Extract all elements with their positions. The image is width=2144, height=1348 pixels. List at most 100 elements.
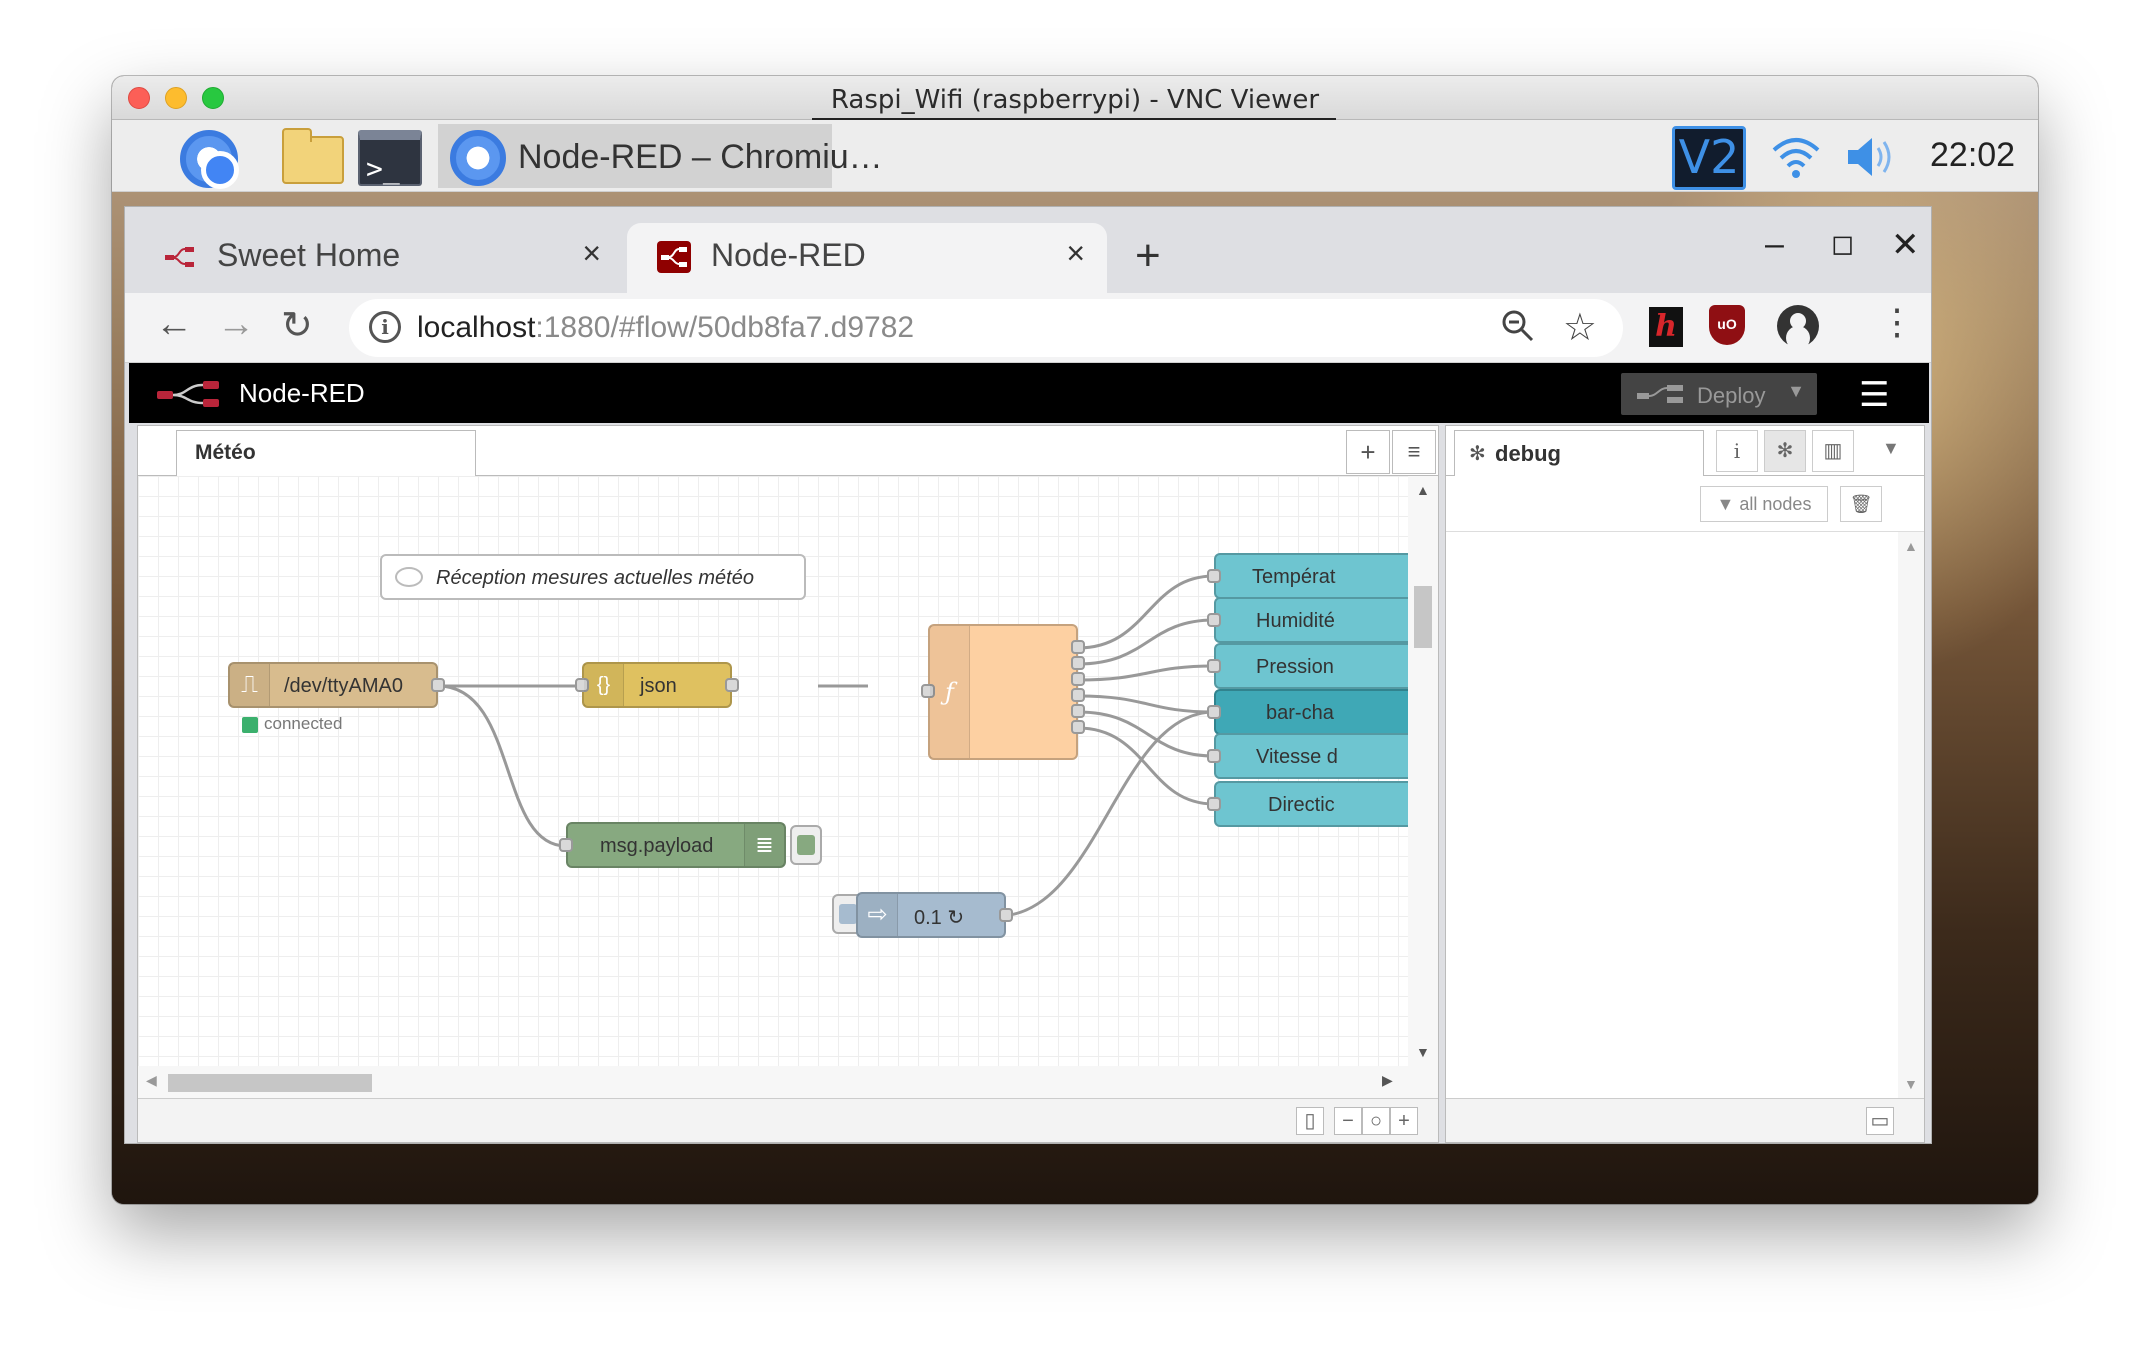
caret-down-icon[interactable]: ▼	[1882, 438, 1900, 459]
hamburger-menu-icon[interactable]: ☰	[1859, 375, 1889, 415]
open-window-icon[interactable]: ▭	[1866, 1107, 1894, 1135]
file-manager-icon[interactable]	[282, 128, 344, 184]
vnc-icon[interactable]: V2	[1672, 126, 1746, 190]
url-text: localhost:1880/#flow/50db8fa7.d9782	[417, 311, 914, 345]
window-title: Raspi_Wifi (raspberrypi) - VNC Viewer	[830, 85, 1320, 115]
output-port[interactable]	[1071, 672, 1085, 686]
tab-sweet-home[interactable]: Sweet Home ×	[133, 223, 623, 293]
profile-icon[interactable]	[1777, 305, 1819, 347]
output-node-wind-speed[interactable]: Vitesse d	[1207, 733, 1408, 779]
dashboard-chart-icon[interactable]: ▥	[1812, 430, 1854, 472]
scroll-thumb[interactable]	[168, 1074, 372, 1092]
comment-node[interactable]: Réception mesures actuelles météo	[380, 554, 806, 600]
scroll-down-icon[interactable]: ▼	[1904, 1076, 1918, 1092]
sidebar-footer: ▭	[1446, 1098, 1924, 1142]
scroll-thumb[interactable]	[1414, 586, 1432, 648]
zoom-out-icon[interactable]	[1501, 309, 1535, 343]
output-port[interactable]	[1071, 704, 1085, 718]
output-node-humidity[interactable]: Humidité	[1207, 597, 1408, 643]
add-flow-icon[interactable]: +	[1346, 430, 1390, 474]
scroll-up-icon[interactable]: ▲	[1904, 538, 1918, 554]
output-node-pressure[interactable]: Pression	[1207, 643, 1408, 689]
info-icon[interactable]: i	[369, 311, 401, 343]
debug-bug-icon[interactable]: ✻	[1764, 430, 1806, 472]
output-port[interactable]	[1071, 656, 1085, 670]
workspace-tabs: Météo + ≡	[138, 426, 1438, 477]
close-tab-icon[interactable]: ×	[1066, 235, 1085, 272]
node-red-favicon	[165, 247, 194, 267]
serial-in-node[interactable]: ⎍ /dev/ttyAMA0	[228, 662, 445, 708]
navigator-icon[interactable]: ▯	[1296, 1107, 1324, 1135]
scroll-down-icon[interactable]: ▼	[1416, 1044, 1430, 1060]
inject-node[interactable]: ⇨ 0.1 ↻	[856, 892, 1013, 938]
browser-menu-icon[interactable]: ⋮	[1879, 301, 1915, 343]
output-node-label: Vitesse d	[1256, 746, 1338, 768]
output-node-bar-chart[interactable]: bar-cha	[1207, 689, 1408, 735]
sidebar-tab-debug[interactable]: ✻ debug	[1454, 430, 1704, 477]
function-node[interactable]: ƒ	[921, 624, 1085, 760]
canvas-vertical-scrollbar[interactable]: ▲ ▼	[1408, 476, 1438, 1066]
wifi-icon[interactable]	[1768, 130, 1824, 184]
flow-workspace: Météo + ≡ Réception mesures actuelles mé…	[137, 425, 1439, 1143]
debug-filter-bar: ▼ all nodes 🗑	[1446, 476, 1924, 532]
workspace-footer: ▯ − ○ +	[138, 1098, 1438, 1142]
bookmark-star-icon[interactable]: ☆	[1563, 305, 1597, 350]
inject-node-label: 0.1 ↻	[914, 907, 965, 929]
bug-icon: ✻	[1469, 443, 1486, 465]
debug-scrollbar[interactable]: ▲ ▼	[1898, 532, 1924, 1098]
output-node-label: Températ	[1252, 566, 1336, 588]
back-icon[interactable]: ←	[155, 303, 193, 346]
clear-debug-icon[interactable]: 🗑	[1840, 486, 1882, 522]
zoom-out-icon[interactable]: −	[1334, 1107, 1362, 1135]
output-port[interactable]	[725, 678, 739, 692]
debug-toggle-button[interactable]	[790, 825, 822, 865]
terminal-icon[interactable]: >_	[358, 130, 422, 186]
input-port[interactable]	[1207, 749, 1221, 763]
filter-all-nodes-button[interactable]: ▼ all nodes	[1700, 486, 1828, 522]
scroll-left-icon[interactable]: ◀	[146, 1072, 157, 1089]
extension-h-icon[interactable]: h	[1649, 307, 1683, 347]
input-port[interactable]	[1207, 797, 1221, 811]
deploy-button[interactable]: Deploy ▼	[1621, 373, 1817, 415]
new-tab-button[interactable]: +	[1135, 231, 1161, 281]
close-icon[interactable]: ✕	[1891, 225, 1920, 265]
ublock-icon[interactable]: uO	[1709, 305, 1745, 345]
debug-node[interactable]: msg.payload ≣	[559, 822, 786, 868]
address-bar[interactable]: i localhost:1880/#flow/50db8fa7.d9782 ☆	[349, 299, 1623, 357]
input-port[interactable]	[1207, 705, 1221, 719]
volume-icon[interactable]	[1842, 130, 1898, 184]
flow-canvas[interactable]: Réception mesures actuelles météo ⎍ /dev…	[138, 476, 1408, 1066]
input-port[interactable]	[559, 838, 573, 852]
input-port[interactable]	[1207, 569, 1221, 583]
tab-node-red[interactable]: Node-RED ×	[627, 223, 1107, 293]
output-port[interactable]	[999, 908, 1013, 922]
chromium-task-icon	[450, 130, 510, 186]
info-icon[interactable]: i	[1716, 430, 1758, 472]
zoom-in-icon[interactable]: +	[1390, 1107, 1418, 1135]
flow-tab-meteo[interactable]: Météo	[176, 430, 476, 477]
list-flows-icon[interactable]: ≡	[1392, 430, 1436, 474]
output-port[interactable]	[1071, 640, 1085, 654]
output-node-direction[interactable]: Directic	[1207, 781, 1408, 827]
zoom-reset-icon[interactable]: ○	[1362, 1107, 1390, 1135]
input-port[interactable]	[1207, 659, 1221, 673]
chromium-launcher[interactable]	[180, 130, 240, 189]
canvas-horizontal-scrollbar[interactable]: ◀ ▶	[138, 1066, 1438, 1098]
scroll-right-icon[interactable]: ▶	[1382, 1072, 1393, 1089]
caret-down-icon[interactable]: ▼	[1787, 381, 1805, 402]
reload-icon[interactable]: ↻	[281, 303, 313, 348]
maximize-icon[interactable]: ◻	[1831, 227, 1854, 260]
close-tab-icon[interactable]: ×	[582, 235, 601, 272]
output-node-temperature[interactable]: Températ	[1207, 553, 1408, 599]
wire-out-5	[1077, 710, 1215, 758]
output-port[interactable]	[431, 678, 445, 692]
scroll-up-icon[interactable]: ▲	[1416, 482, 1430, 498]
output-port[interactable]	[1071, 688, 1085, 702]
output-port[interactable]	[1071, 720, 1085, 734]
minimize-icon[interactable]: –	[1765, 225, 1784, 264]
serial-node-label: /dev/ttyAMA0	[284, 675, 403, 697]
input-port[interactable]	[1207, 613, 1221, 627]
json-node[interactable]: {} json	[575, 662, 739, 708]
status-connected-dot	[242, 717, 258, 733]
forward-icon[interactable]: →	[217, 303, 255, 346]
